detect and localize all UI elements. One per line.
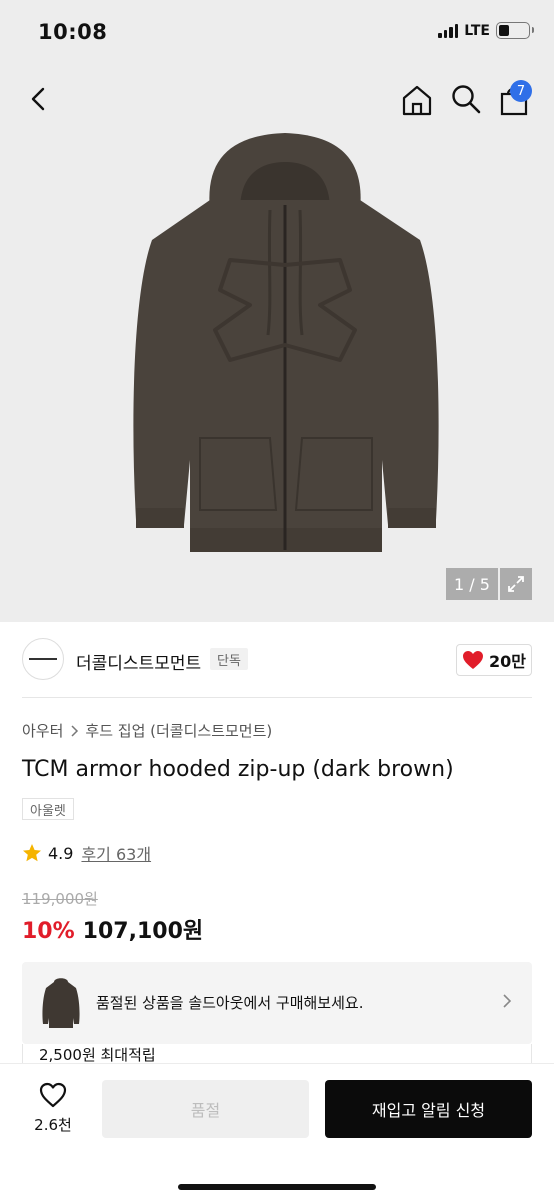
breadcrumb: 아우터 후드 집업 (더콜디스트모먼트) xyxy=(22,720,272,741)
heart-outline-icon xyxy=(39,1082,67,1108)
sale-price: 107,100원 xyxy=(82,919,204,944)
brand-name[interactable]: 더콜디스트모먼트 xyxy=(76,649,201,674)
status-indicators: LTE xyxy=(438,22,534,39)
soldout-promo-card[interactable]: 품절된 상품을 솔드아웃에서 구매해보세요. xyxy=(22,962,532,1044)
product-gallery[interactable]: 7 1 / 5 xyxy=(0,64,554,622)
breadcrumb-subcategory[interactable]: 후드 집업 (더콜디스트모먼트) xyxy=(85,720,272,741)
original-price: 119,000원 xyxy=(22,890,98,908)
battery-icon xyxy=(496,22,534,39)
signal-icon xyxy=(438,23,459,38)
review-link[interactable]: 후기 63개 xyxy=(81,841,151,865)
soldout-button: 품절 xyxy=(102,1080,309,1138)
chevron-right-icon xyxy=(71,724,79,737)
cart-count-badge: 7 xyxy=(510,80,532,102)
rating: 4.9 후기 63개 xyxy=(22,841,151,865)
soldout-promo-message: 품절된 상품을 솔드아웃에서 구매해보세요. xyxy=(96,994,364,1012)
brand-like-count: 20만 xyxy=(489,652,526,671)
status-bar: 10:08 LTE xyxy=(0,0,554,64)
hoodie-thumbnail xyxy=(42,978,80,1028)
breadcrumb-category[interactable]: 아우터 xyxy=(22,720,63,741)
heart-filled-icon xyxy=(463,651,483,669)
product-image xyxy=(133,133,439,552)
outlet-tag: 아울렛 xyxy=(22,798,74,820)
star-icon xyxy=(23,844,41,862)
rating-score: 4.9 xyxy=(48,843,74,863)
back-arrow-icon[interactable] xyxy=(22,82,56,116)
home-icon[interactable] xyxy=(398,81,436,119)
chevron-right-icon xyxy=(503,994,512,1008)
search-icon[interactable] xyxy=(448,81,484,117)
brand-row: 더콜디스트모먼트 단독 20만 xyxy=(0,622,554,698)
discount-rate: 10% xyxy=(22,919,75,944)
divider xyxy=(22,697,532,698)
home-indicator xyxy=(178,1184,376,1190)
network-label: LTE xyxy=(464,22,490,39)
restock-alert-button[interactable]: 재입고 알림 신청 xyxy=(325,1080,532,1138)
points-label: 2,500원 최대적립 xyxy=(39,1046,156,1064)
exclusive-tag: 단독 xyxy=(210,648,248,670)
brand-like-button[interactable]: 20만 xyxy=(456,644,532,676)
expand-icon[interactable] xyxy=(500,568,532,600)
product-title: TCM armor hooded zip-up (dark brown) xyxy=(22,757,454,782)
status-time: 10:08 xyxy=(38,20,108,44)
image-counter: 1 / 5 xyxy=(446,568,498,600)
brand-logo[interactable] xyxy=(22,638,64,680)
wishlist-button[interactable]: 2.6천 xyxy=(26,1082,80,1135)
price-row: 10% 107,100원 xyxy=(22,913,203,945)
bottom-action-bar: 2.6천 품절 재입고 알림 신청 xyxy=(0,1063,554,1200)
wishlist-count: 2.6천 xyxy=(34,1116,72,1134)
top-navigation: 7 xyxy=(0,64,554,136)
